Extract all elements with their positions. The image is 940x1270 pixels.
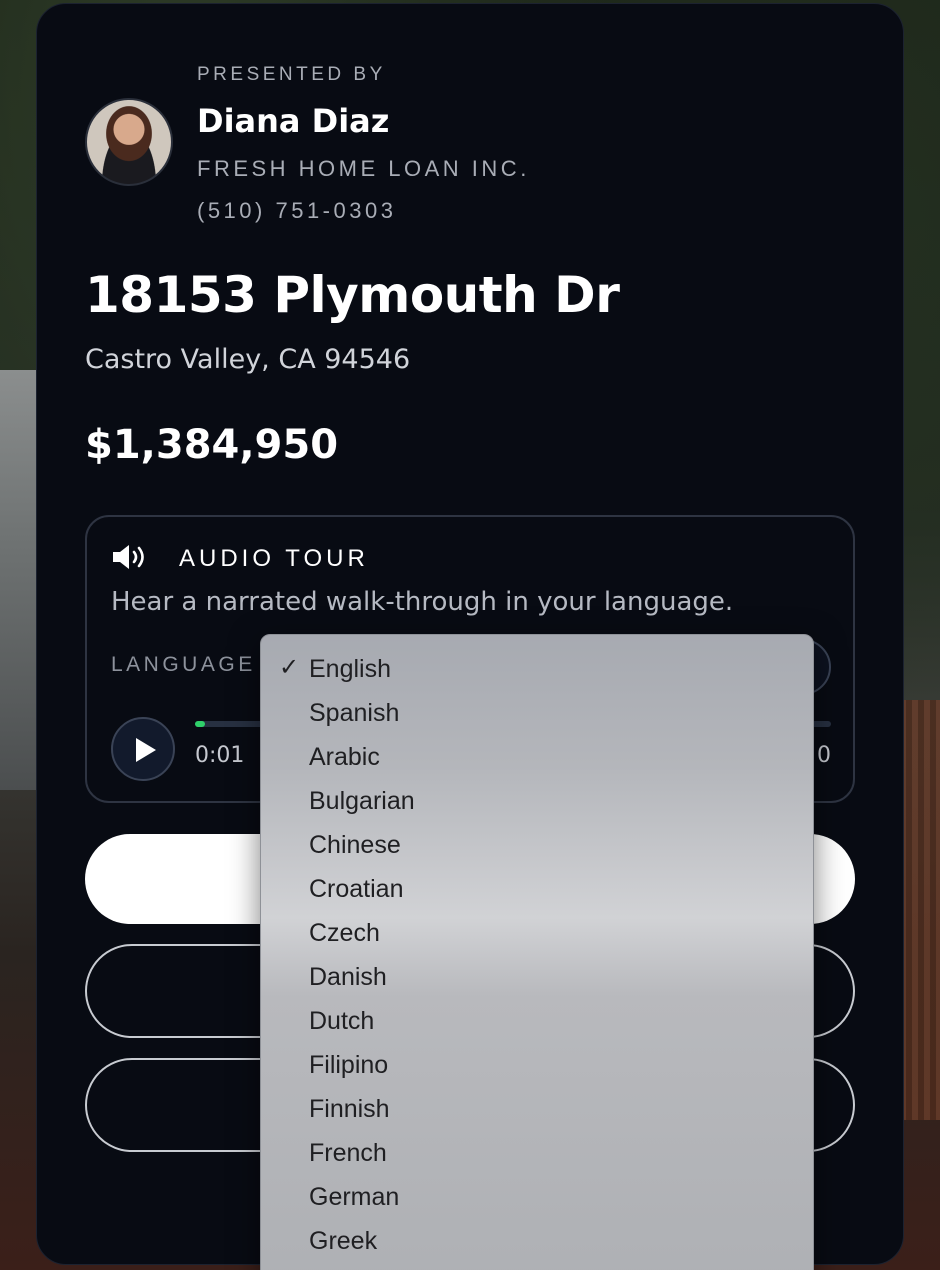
language-option-czech[interactable]: Czech: [261, 911, 813, 955]
audio-tour-description: Hear a narrated walk-through in your lan…: [111, 587, 734, 617]
language-option-chinese[interactable]: Chinese: [261, 823, 813, 867]
language-option-label: Greek: [309, 1227, 378, 1255]
language-option-english[interactable]: ✓ English: [261, 647, 813, 691]
checkmark-icon: ✓: [279, 654, 300, 681]
audio-progress-fill: [195, 721, 205, 727]
language-option-dutch[interactable]: Dutch: [261, 999, 813, 1043]
agent-name: Diana Diaz: [197, 102, 390, 140]
language-option-arabic[interactable]: Arabic: [261, 735, 813, 779]
speaker-icon: [113, 545, 144, 569]
avatar: [85, 98, 173, 186]
language-option-german[interactable]: German: [261, 1175, 813, 1219]
language-option-french[interactable]: French: [261, 1131, 813, 1175]
language-option-finnish[interactable]: Finnish: [261, 1087, 813, 1131]
language-option-label: Croatian: [309, 875, 404, 903]
language-option-label: Spanish: [309, 699, 400, 727]
language-option-label: Finnish: [309, 1095, 390, 1123]
language-option-label: English: [309, 655, 391, 683]
agent-info: PRESENTED BY Diana Diaz FRESH HOME LOAN …: [85, 64, 685, 234]
background-fence: [900, 700, 940, 1120]
language-dropdown-menu: ✓ English Spanish Arabic Bulgarian Chinese Cro…: [260, 634, 814, 1270]
language-option-spanish[interactable]: Spanish: [261, 691, 813, 735]
current-time: 0:01: [195, 743, 245, 768]
language-option-filipino[interactable]: Filipino: [261, 1043, 813, 1087]
audio-tour-title: AUDIO TOUR: [179, 545, 369, 572]
property-price: $1,384,950: [85, 422, 339, 468]
language-option-label: Bulgarian: [309, 787, 415, 815]
language-option-label: Chinese: [309, 831, 401, 859]
background-house: [0, 370, 40, 790]
agent-phone[interactable]: (510) 751-0303: [197, 198, 396, 224]
language-option-bulgarian[interactable]: Bulgarian: [261, 779, 813, 823]
language-label: LANGUAGE: [111, 653, 256, 676]
play-icon: [136, 738, 156, 762]
agent-company: FRESH HOME LOAN INC.: [197, 156, 530, 181]
play-button[interactable]: [111, 717, 175, 781]
language-option-danish[interactable]: Danish: [261, 955, 813, 999]
language-option-label: Dutch: [309, 1007, 375, 1035]
property-city: Castro Valley, CA 94546: [85, 344, 411, 375]
language-option-label: Arabic: [309, 743, 380, 771]
language-option-label: Czech: [309, 919, 380, 947]
language-option-greek[interactable]: Greek: [261, 1219, 813, 1263]
language-option-label: Danish: [309, 963, 387, 991]
language-option-label: German: [309, 1183, 400, 1211]
total-time: 0: [817, 743, 831, 768]
language-option-croatian[interactable]: Croatian: [261, 867, 813, 911]
property-address: 18153 Plymouth Dr: [85, 266, 620, 324]
presented-by-label: PRESENTED BY: [197, 64, 386, 85]
language-option-label: French: [309, 1139, 387, 1167]
language-option-label: Filipino: [309, 1051, 389, 1079]
